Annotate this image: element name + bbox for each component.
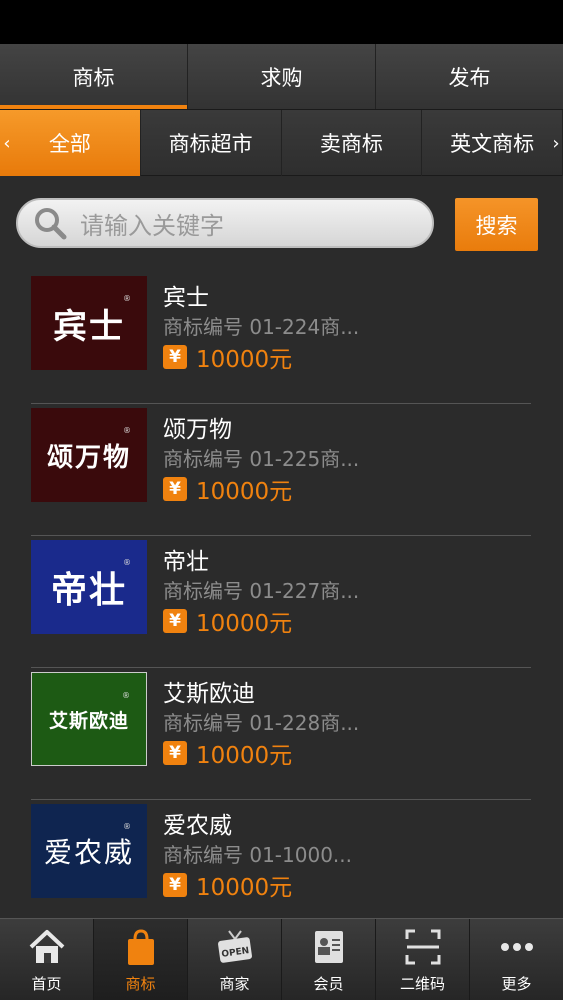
status-bar xyxy=(0,0,563,44)
nav-label: 更多 xyxy=(501,975,532,993)
member-card-icon xyxy=(307,925,351,969)
top-tab-bar: 商标 求购 发布 xyxy=(0,44,563,110)
tab-trademark[interactable]: 商标 xyxy=(0,44,188,109)
price: 10000元 xyxy=(196,347,293,373)
trademark-name: 宾士 xyxy=(163,285,209,311)
shopping-bag-icon xyxy=(119,925,163,969)
nav-label: 会员 xyxy=(313,975,344,993)
search-input[interactable]: 请输入关键字 xyxy=(16,198,434,248)
category-sell-trademark[interactable]: 卖商标 xyxy=(282,110,423,176)
trademark-logo: 颂万物 ® xyxy=(31,408,147,502)
price-row: ¥ 10000元 xyxy=(163,340,292,374)
search-row: 请输入关键字 搜索 xyxy=(0,196,563,252)
price: 10000元 xyxy=(196,743,293,769)
list-item[interactable]: 艾斯欧迪 ® 艾斯欧迪 商标编号 01-228商... ¥ 10000元 xyxy=(31,668,531,800)
qr-scan-icon xyxy=(401,925,445,969)
price: 10000元 xyxy=(196,875,293,901)
scroll-left-icon[interactable]: ‹ xyxy=(0,110,14,176)
trademark-logo: 艾斯欧迪 ® xyxy=(31,672,147,766)
yen-icon: ¥ xyxy=(163,477,187,501)
tab-publish[interactable]: 发布 xyxy=(376,44,563,109)
trademark-name: 帝壮 xyxy=(163,549,209,575)
trademark-code: 商标编号 01-224商... xyxy=(163,315,360,339)
trademark-list: 宾士 ® 宾士 商标编号 01-224商... ¥ 10000元 颂万物 ® 颂… xyxy=(31,272,531,932)
yen-icon: ¥ xyxy=(163,741,187,765)
home-icon xyxy=(25,925,69,969)
nav-qr-code[interactable]: 二维码 xyxy=(376,919,470,1000)
price-row: ¥ 10000元 xyxy=(163,604,292,638)
more-icon xyxy=(495,925,539,969)
scroll-right-icon[interactable]: › xyxy=(549,110,563,176)
yen-icon: ¥ xyxy=(163,345,187,369)
yen-icon: ¥ xyxy=(163,873,187,897)
trademark-name: 艾斯欧迪 xyxy=(163,681,255,707)
list-item[interactable]: 颂万物 ® 颂万物 商标编号 01-225商... ¥ 10000元 xyxy=(31,404,531,536)
list-item[interactable]: 爱农威 ® 爱农威 商标编号 01-1000... ¥ 10000元 xyxy=(31,800,531,932)
category-english-trademark[interactable]: 英文商标 xyxy=(422,110,563,176)
trademark-logo: 帝壮 ® xyxy=(31,540,147,634)
trademark-code: 商标编号 01-228商... xyxy=(163,711,360,735)
trademark-code: 商标编号 01-1000... xyxy=(163,843,352,867)
trademark-name: 爱农威 xyxy=(163,813,232,839)
price-row: ¥ 10000元 xyxy=(163,736,292,770)
category-bar: ‹ 全部 商标超市 卖商标 英文商标 › xyxy=(0,110,563,176)
category-trademark-market[interactable]: 商标超市 xyxy=(141,110,282,176)
yen-icon: ¥ xyxy=(163,609,187,633)
search-placeholder: 请输入关键字 xyxy=(80,211,224,240)
price: 10000元 xyxy=(196,479,293,505)
nav-trademark[interactable]: 商标 xyxy=(94,919,188,1000)
tab-purchase-request[interactable]: 求购 xyxy=(188,44,376,109)
trademark-code: 商标编号 01-225商... xyxy=(163,447,360,471)
nav-label: 首页 xyxy=(31,975,62,993)
list-item[interactable]: 宾士 ® 宾士 商标编号 01-224商... ¥ 10000元 xyxy=(31,272,531,404)
price-row: ¥ 10000元 xyxy=(163,472,292,506)
price: 10000元 xyxy=(196,611,293,637)
trademark-code: 商标编号 01-227商... xyxy=(163,579,360,603)
search-button[interactable]: 搜索 xyxy=(455,198,538,251)
search-icon xyxy=(32,205,68,241)
nav-merchant[interactable]: OPEN 商家 xyxy=(188,919,282,1000)
nav-label: 商家 xyxy=(219,975,250,993)
category-all[interactable]: 全部 xyxy=(0,110,141,176)
list-item[interactable]: 帝壮 ® 帝壮 商标编号 01-227商... ¥ 10000元 xyxy=(31,536,531,668)
price-row: ¥ 10000元 xyxy=(163,868,292,902)
nav-home[interactable]: 首页 xyxy=(0,919,94,1000)
nav-label: 商标 xyxy=(125,975,156,993)
trademark-logo: 宾士 ® xyxy=(31,276,147,370)
trademark-name: 颂万物 xyxy=(163,417,232,443)
nav-more[interactable]: 更多 xyxy=(470,919,563,1000)
open-sign-icon: OPEN xyxy=(213,925,257,969)
bottom-nav: 首页 商标 OPEN 商家 会员 二维码 更多 xyxy=(0,918,563,1000)
nav-label: 二维码 xyxy=(399,975,445,993)
nav-member[interactable]: 会员 xyxy=(282,919,376,1000)
trademark-logo: 爱农威 ® xyxy=(31,804,147,898)
